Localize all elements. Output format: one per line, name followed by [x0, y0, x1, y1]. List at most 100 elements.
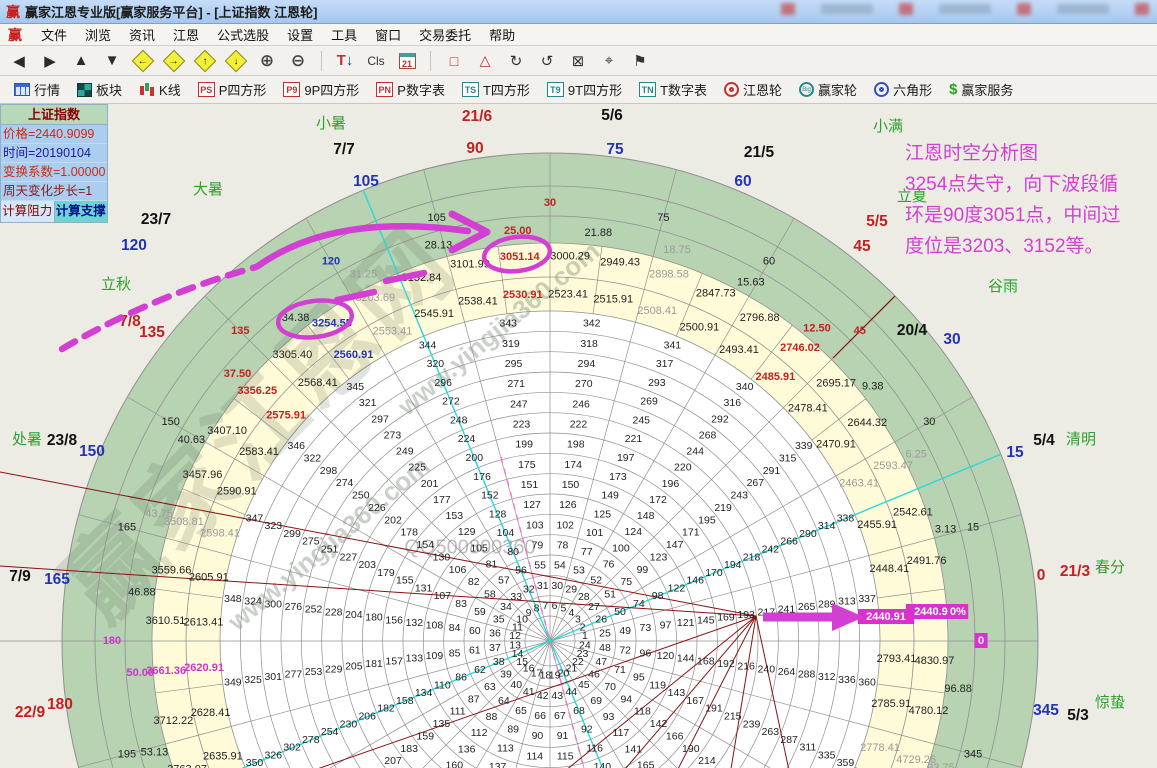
- svg-text:266: 266: [780, 536, 798, 548]
- svg-text:2793.41: 2793.41: [877, 653, 917, 665]
- menu-item-5[interactable]: 设置: [278, 23, 322, 46]
- svg-text:82: 82: [468, 576, 480, 588]
- title-bar[interactable]: 赢 赢家江恩专业版[赢家服务平台] - [上证指数 江恩轮]: [0, 0, 1157, 24]
- rect-tool-icon[interactable]: □: [443, 50, 465, 72]
- cls-button[interactable]: Cls: [365, 50, 387, 72]
- menu-item-4[interactable]: 公式选股: [208, 23, 278, 46]
- svg-text:31.25: 31.25: [350, 269, 378, 281]
- nav-arrow-icon-3[interactable]: ▼: [101, 50, 123, 72]
- svg-text:159: 159: [417, 730, 435, 742]
- svg-text:4780.12: 4780.12: [909, 705, 949, 717]
- svg-text:41: 41: [523, 686, 535, 698]
- t-down-icon[interactable]: T↓: [334, 50, 356, 72]
- svg-text:40: 40: [510, 679, 522, 691]
- tool-赢家服务[interactable]: $赢家服务: [943, 80, 1019, 99]
- menu-item-8[interactable]: 交易委托: [410, 23, 480, 46]
- tool-label: 行情: [34, 80, 60, 99]
- svg-text:147: 147: [666, 539, 684, 551]
- svg-text:43: 43: [551, 690, 563, 702]
- svg-text:298: 298: [320, 465, 338, 477]
- svg-text:59: 59: [474, 606, 486, 618]
- diamond-arrow-icon-0[interactable]: ←: [132, 50, 154, 72]
- tool-六角形[interactable]: 六角形: [868, 80, 938, 99]
- tool-板块[interactable]: 板块: [71, 80, 128, 99]
- svg-text:90: 90: [532, 730, 544, 742]
- svg-text:250: 250: [352, 490, 370, 502]
- svg-text:小满: 小满: [873, 118, 903, 135]
- tool-P四方形[interactable]: PSP四方形: [192, 80, 273, 99]
- svg-text:141: 141: [625, 743, 643, 755]
- diamond-arrow-icon-2[interactable]: ↑: [194, 50, 216, 72]
- svg-text:49: 49: [619, 625, 631, 637]
- svg-text:346: 346: [287, 440, 305, 452]
- tool-T数字表[interactable]: TNT数字表: [633, 80, 713, 99]
- svg-text:2949.43: 2949.43: [600, 256, 640, 268]
- crosshair-icon[interactable]: ⌖: [598, 50, 620, 72]
- svg-text:25: 25: [599, 628, 611, 640]
- menu-item-1[interactable]: 浏览: [76, 23, 120, 46]
- zoom-out-icon[interactable]: ⊖: [287, 50, 309, 72]
- nav-arrow-icon-1[interactable]: ▶: [39, 50, 61, 72]
- svg-text:253: 253: [305, 666, 323, 678]
- svg-text:273: 273: [384, 429, 402, 441]
- menu-item-7[interactable]: 窗口: [366, 23, 410, 46]
- svg-text:34: 34: [500, 601, 512, 613]
- flag-icon[interactable]: ⚑: [629, 50, 651, 72]
- svg-text:165: 165: [637, 759, 655, 768]
- tool-9T四方形[interactable]: T99T四方形: [541, 80, 628, 99]
- svg-text:220: 220: [674, 462, 692, 474]
- tool-K线[interactable]: K线: [133, 80, 187, 99]
- svg-text:245: 245: [633, 414, 651, 426]
- svg-text:290: 290: [799, 528, 817, 540]
- svg-text:91: 91: [557, 730, 569, 742]
- calc-support-button[interactable]: 计算支撑: [55, 201, 108, 222]
- svg-text:287: 287: [780, 734, 798, 746]
- svg-text:38: 38: [493, 656, 505, 668]
- svg-text:89: 89: [507, 724, 519, 736]
- tool-T四方形[interactable]: TST四方形: [456, 80, 536, 99]
- menu-item-2[interactable]: 资讯: [120, 23, 164, 46]
- svg-text:96.88: 96.88: [944, 683, 972, 695]
- diamond-arrow-icon-1[interactable]: →: [163, 50, 185, 72]
- tool-P数字表[interactable]: PNP数字表: [370, 80, 451, 99]
- svg-text:158: 158: [396, 695, 414, 707]
- menu-item-3[interactable]: 江恩: [164, 23, 208, 46]
- svg-text:87: 87: [468, 693, 480, 705]
- svg-text:93: 93: [603, 711, 615, 723]
- tool-9P四方形[interactable]: P99P四方形: [277, 80, 365, 99]
- tool-label: T数字表: [660, 80, 707, 99]
- nav-arrow-icon-2[interactable]: ▲: [70, 50, 92, 72]
- svg-text:92: 92: [581, 724, 593, 736]
- nav-arrow-icon-0[interactable]: ◀: [8, 50, 30, 72]
- svg-text:119: 119: [649, 679, 666, 691]
- svg-text:230: 230: [340, 718, 358, 730]
- svg-text:21/3: 21/3: [1060, 563, 1091, 580]
- calendar-icon[interactable]: 21: [396, 50, 418, 72]
- svg-text:347: 347: [246, 512, 264, 524]
- menu-item-9[interactable]: 帮助: [480, 23, 524, 46]
- svg-text:83: 83: [455, 598, 467, 610]
- tool-江恩轮[interactable]: 江恩轮: [718, 80, 788, 99]
- svg-text:321: 321: [359, 397, 377, 409]
- svg-text:2778.41: 2778.41: [860, 742, 900, 754]
- menu-item-6[interactable]: 工具: [322, 23, 366, 46]
- svg-text:219: 219: [714, 502, 732, 514]
- tool-行情[interactable]: 行情: [8, 80, 66, 99]
- diamond-arrow-icon-3[interactable]: ↓: [225, 50, 247, 72]
- calc-resistance-button[interactable]: 计算阻力: [1, 201, 55, 222]
- svg-text:64: 64: [498, 695, 510, 707]
- rotate-ccw-icon[interactable]: ↺: [536, 50, 558, 72]
- box-x-icon[interactable]: ⊠: [567, 50, 589, 72]
- svg-text:276: 276: [285, 601, 303, 613]
- svg-text:137: 137: [489, 761, 507, 768]
- menu-item-0[interactable]: 文件: [32, 23, 76, 46]
- svg-text:278: 278: [302, 734, 320, 746]
- rotate-cw-icon[interactable]: ↻: [505, 50, 527, 72]
- kline-icon: [139, 82, 155, 97]
- triangle-tool-icon[interactable]: △: [474, 50, 496, 72]
- svg-text:271: 271: [507, 378, 525, 390]
- zoom-in-icon[interactable]: ⊕: [256, 50, 278, 72]
- svg-text:65: 65: [515, 705, 527, 717]
- svg-text:105: 105: [470, 542, 488, 554]
- tool-赢家轮[interactable]: Big赢家轮: [793, 80, 863, 99]
